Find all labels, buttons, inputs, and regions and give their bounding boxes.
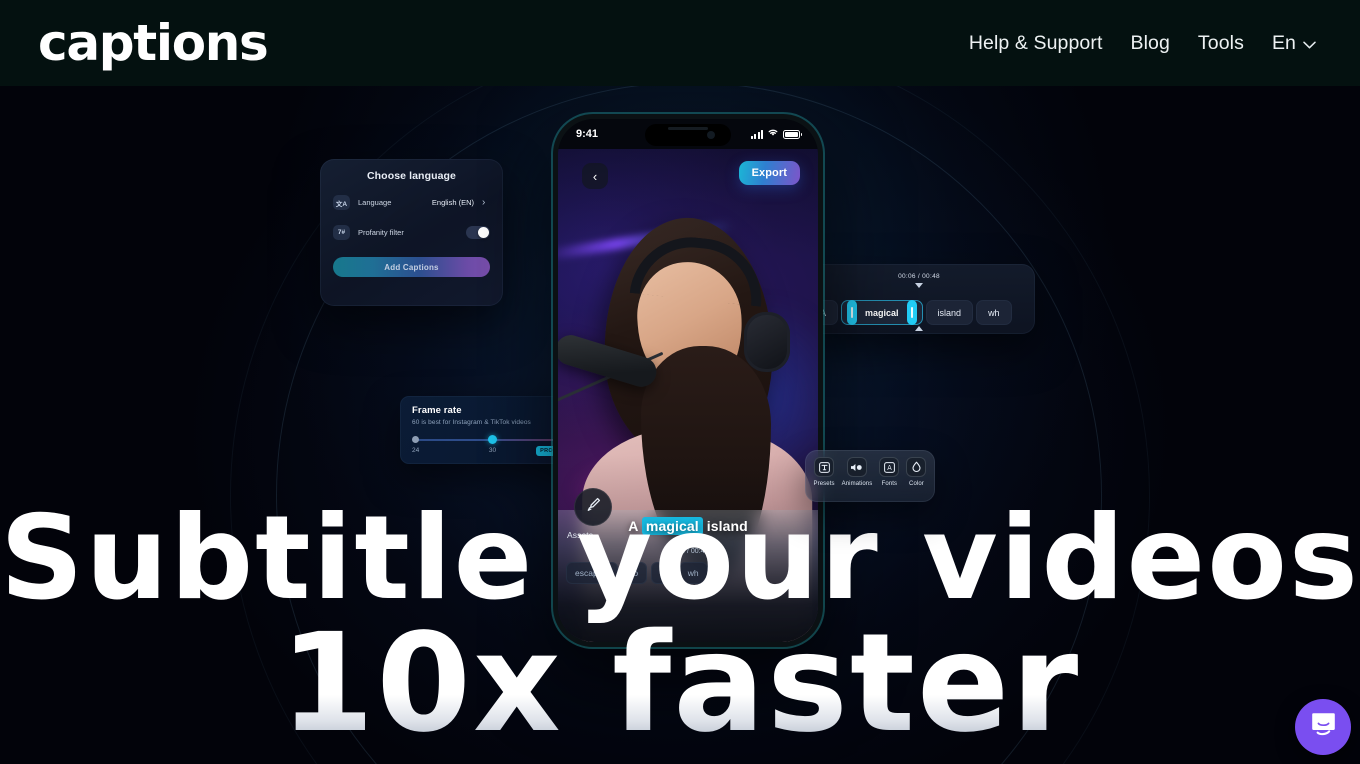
primary-navigation: Help & Support Blog Tools En <box>955 26 1324 61</box>
frame-rate-ticks: 24 30 60 PRO <box>412 446 573 457</box>
frame-rate-subtitle: 60 is best for Instagram & TikTok videos <box>412 419 531 426</box>
phone-screen: 9:41 ‹ Export Assets A magical island 00… <box>558 119 818 642</box>
word-timeline-card: 00:06 / 00:48 A magical island wh <box>803 264 1035 334</box>
site-header: captions Help & Support Blog Tools En <box>0 0 1360 86</box>
tool-animations-label: Animations <box>841 481 873 487</box>
tool-color[interactable]: Color <box>906 457 927 487</box>
word-chip-selected-label: magical <box>865 307 899 318</box>
language-row-label: Language <box>358 198 392 207</box>
caption-highlighted-word: magical <box>641 517 703 535</box>
mini-timeline-chip[interactable]: wh <box>678 562 708 584</box>
wifi-icon <box>767 128 779 140</box>
tool-animations[interactable]: Animations <box>842 457 873 487</box>
frame-rate-tick-24: 24 <box>412 447 420 454</box>
tool-presets[interactable]: Presets <box>814 457 835 487</box>
language-row-value: English (EN) <box>431 198 474 207</box>
intercom-chat-icon <box>1310 711 1337 743</box>
profanity-filter-label: Profanity filter <box>358 228 404 237</box>
word-chip[interactable]: wh <box>976 300 1012 325</box>
cellular-bars-icon <box>750 129 763 139</box>
timeline-time-display: 00:06 / 00:48 <box>898 273 940 280</box>
chat-widget-launcher[interactable] <box>1295 699 1351 755</box>
mini-timeline-time: 00:06 / 00:48 <box>667 548 709 555</box>
chevron-left-icon: ‹ <box>592 168 598 184</box>
animation-icon <box>846 457 867 477</box>
profanity-filter-toggle[interactable] <box>466 226 490 239</box>
frame-rate-title: Frame rate <box>412 405 462 416</box>
selection-handle-right[interactable] <box>906 300 917 325</box>
timeline-caret-down-icon <box>915 283 923 288</box>
language-switcher-label: En <box>1271 31 1296 54</box>
nav-item-help-support[interactable]: Help & Support <box>955 26 1117 61</box>
chevron-right-icon: › <box>482 196 486 208</box>
frame-rate-tick-30: 30 <box>488 447 497 454</box>
battery-icon <box>783 129 802 139</box>
font-icon: A <box>879 457 900 477</box>
slider-handle-selected[interactable] <box>488 435 497 444</box>
tool-color-label: Color <box>909 481 924 487</box>
brush-icon <box>585 496 602 518</box>
back-button[interactable]: ‹ <box>582 163 608 189</box>
selection-handle-left[interactable] <box>847 300 858 325</box>
tool-fonts[interactable]: A Fonts <box>879 457 900 487</box>
tool-presets-label: Presets <box>813 481 835 487</box>
mini-timeline-caret-icon <box>683 592 693 598</box>
mini-timeline-chip[interactable]: escaping <box>566 562 619 584</box>
brand-logo[interactable]: captions <box>38 18 269 68</box>
caption-prefix: A <box>628 518 638 534</box>
page-root: captions Help & Support Blog Tools En Ch… <box>0 0 1360 764</box>
choose-language-card: Choose language 文A Language English (EN)… <box>320 159 503 306</box>
phone-notch <box>645 124 731 146</box>
text-preset-icon <box>814 457 835 477</box>
language-row[interactable]: 文A Language English (EN) › <box>333 195 490 210</box>
nav-item-tools[interactable]: Tools <box>1184 26 1258 61</box>
word-chip[interactable]: island <box>925 300 974 325</box>
add-captions-button[interactable]: Add Captions <box>333 257 490 277</box>
status-bar-time: 9:41 <box>576 128 599 140</box>
svg-text:A: A <box>887 464 892 472</box>
mini-timeline[interactable]: escaping to A wh <box>566 562 810 584</box>
translate-icon: 文A <box>333 195 350 210</box>
chevron-down-icon <box>1303 41 1316 49</box>
color-drop-icon <box>906 457 927 477</box>
frame-rate-slider[interactable] <box>412 435 573 444</box>
video-caption-overlay: A magical island <box>558 517 818 535</box>
tool-fonts-label: Fonts <box>881 481 898 487</box>
slider-stop-24[interactable] <box>412 436 419 443</box>
timeline-caret-up-icon <box>915 326 923 331</box>
profanity-icon: 7# <box>333 225 350 240</box>
mini-timeline-chip[interactable]: A <box>651 562 675 584</box>
caption-suffix: island <box>706 518 748 534</box>
word-chip-selected[interactable]: magical <box>841 300 923 325</box>
status-bar-indicators <box>750 128 802 140</box>
mini-timeline-chip[interactable]: to <box>622 562 648 584</box>
word-chip-list: A magical island wh <box>808 300 1035 325</box>
choose-language-title: Choose language <box>366 170 456 182</box>
language-switcher[interactable]: En <box>1258 26 1324 61</box>
editor-tools-card: Presets Animations A Fonts Color <box>805 450 935 502</box>
nav-item-blog[interactable]: Blog <box>1116 26 1183 61</box>
hero-stage: Choose language 文A Language English (EN)… <box>0 86 1360 764</box>
export-button[interactable]: Export <box>738 161 800 185</box>
profanity-filter-row[interactable]: 7# Profanity filter <box>333 225 490 240</box>
phone-mockup: 9:41 ‹ Export Assets A magical island 00… <box>553 114 823 647</box>
phone-editor-panel: Assets A magical island 00:06 / 00:48 es… <box>558 488 818 642</box>
